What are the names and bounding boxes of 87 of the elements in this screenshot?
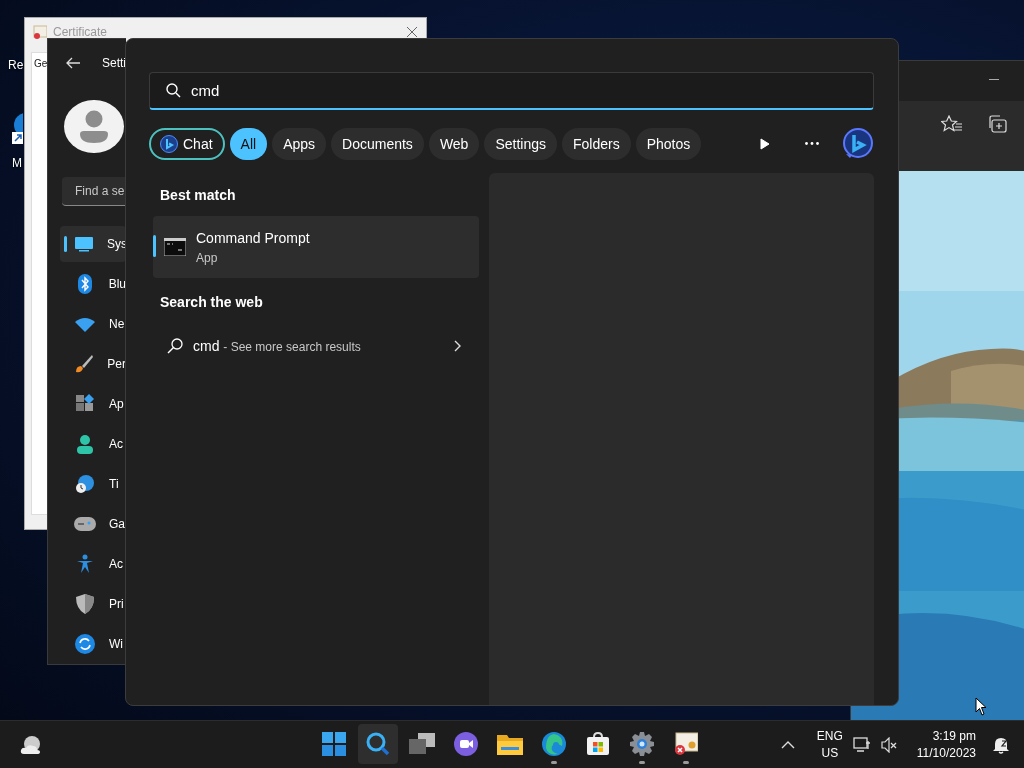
nav-label: Ap xyxy=(109,397,124,411)
nav-label: Ac xyxy=(109,437,123,451)
search-icon xyxy=(167,338,183,354)
filter-chip[interactable]: Settings xyxy=(484,127,557,160)
filter-chip[interactable]: Folders xyxy=(562,127,631,160)
chevron-up-icon[interactable] xyxy=(780,740,795,749)
desktop-icon-label[interactable]: M xyxy=(12,156,22,170)
more-icon xyxy=(805,142,819,145)
bing-icon[interactable] xyxy=(842,127,874,160)
nav-item[interactable]: Ti xyxy=(60,466,126,502)
person-icon xyxy=(76,434,94,454)
monitor-icon xyxy=(74,236,94,252)
nav-label: Wi xyxy=(109,637,123,651)
star-list-icon[interactable] xyxy=(941,115,963,133)
result-item[interactable]: Command Prompt App xyxy=(153,216,479,278)
certificate-icon xyxy=(33,25,47,39)
filter-chip[interactable]: All xyxy=(229,127,268,160)
sync-icon xyxy=(75,634,95,654)
gamepad-icon xyxy=(74,517,96,531)
tab[interactable]: Ge xyxy=(34,58,48,69)
filter-chip[interactable]: Web xyxy=(428,127,480,160)
result-title: Command Prompt xyxy=(196,229,310,246)
nav-item[interactable]: Pri xyxy=(60,586,126,622)
apps-icon xyxy=(75,394,95,414)
paintbrush-icon xyxy=(74,354,95,374)
filter-chip[interactable]: Photos xyxy=(635,127,702,160)
nav-item[interactable]: Ac xyxy=(60,426,126,462)
nav-item[interactable]: Ga xyxy=(60,506,126,542)
nav-label: Blu xyxy=(108,277,126,291)
window-title: Certificate xyxy=(53,25,109,39)
nav-item[interactable]: Blu xyxy=(60,266,126,302)
nav-item[interactable]: Ap xyxy=(60,386,126,422)
web-search-link[interactable]: cmd - See more search results xyxy=(193,338,361,354)
speaker-muted-icon[interactable] xyxy=(880,736,899,753)
video-chat-icon xyxy=(454,732,478,756)
bing-icon xyxy=(160,134,178,153)
nav-label: Pri xyxy=(109,597,124,611)
avatar[interactable] xyxy=(64,100,124,154)
four-squares-icon xyxy=(322,732,346,756)
filter-chip[interactable]: Apps xyxy=(272,127,327,160)
chevron-right-icon[interactable] xyxy=(454,340,461,352)
minimize-icon[interactable] xyxy=(989,79,999,81)
monitor-network-icon[interactable] xyxy=(852,736,871,753)
play-icon xyxy=(760,137,770,150)
nav-item[interactable]: Per xyxy=(60,346,126,382)
nav-label: Per xyxy=(107,357,126,371)
globe-clock-icon xyxy=(75,474,95,494)
nav-label: Ac xyxy=(109,557,123,571)
search-field[interactable]: cmd xyxy=(149,72,874,110)
search-icon xyxy=(366,732,390,756)
nav-label: Ne xyxy=(109,317,125,331)
nav-label: Ga xyxy=(109,517,125,531)
search-field[interactable]: Find a se xyxy=(62,177,126,206)
certificate-icon xyxy=(674,732,698,756)
nav-label: Ti xyxy=(109,477,119,491)
accessibility-icon xyxy=(76,554,94,574)
region-indicator[interactable]: US xyxy=(821,746,839,760)
language-indicator[interactable]: ENG xyxy=(816,729,843,743)
overlapping-windows-icon xyxy=(409,733,435,755)
nav-item[interactable]: Ac xyxy=(60,546,126,582)
close-icon[interactable] xyxy=(406,26,418,38)
clock-date[interactable]: 11/10/2023 xyxy=(916,746,976,760)
taskbar-button[interactable] xyxy=(358,724,398,764)
clock-time[interactable]: 3:19 pm xyxy=(932,729,976,743)
search-icon xyxy=(166,83,181,98)
mouse-cursor-icon xyxy=(975,697,987,716)
section-heading: Best match xyxy=(160,187,237,203)
back-arrow-icon[interactable] xyxy=(66,56,80,69)
desktop-icon-label[interactable]: Re xyxy=(8,58,24,72)
swirl-icon xyxy=(542,732,566,756)
terminal-icon xyxy=(164,238,186,256)
person-silhouette-icon xyxy=(79,109,109,144)
gear-icon xyxy=(630,732,654,756)
filter-chip[interactable]: Documents xyxy=(331,127,424,160)
notification-bell-icon[interactable] xyxy=(992,735,1010,754)
collections-icon[interactable] xyxy=(987,115,1007,133)
filter-chip[interactable]: Chat xyxy=(149,127,225,160)
nav-item[interactable]: Wi xyxy=(60,626,126,662)
shopping-bag-icon xyxy=(586,732,610,756)
nav-item[interactable]: Ne xyxy=(60,306,126,342)
result-subtitle: App xyxy=(196,250,219,265)
bluetooth-icon xyxy=(77,274,92,294)
folder-icon xyxy=(497,733,523,755)
section-heading: Search the web xyxy=(160,294,264,310)
window-title: Setti xyxy=(102,55,126,70)
shield-icon xyxy=(76,594,94,614)
wifi-icon xyxy=(75,316,95,332)
